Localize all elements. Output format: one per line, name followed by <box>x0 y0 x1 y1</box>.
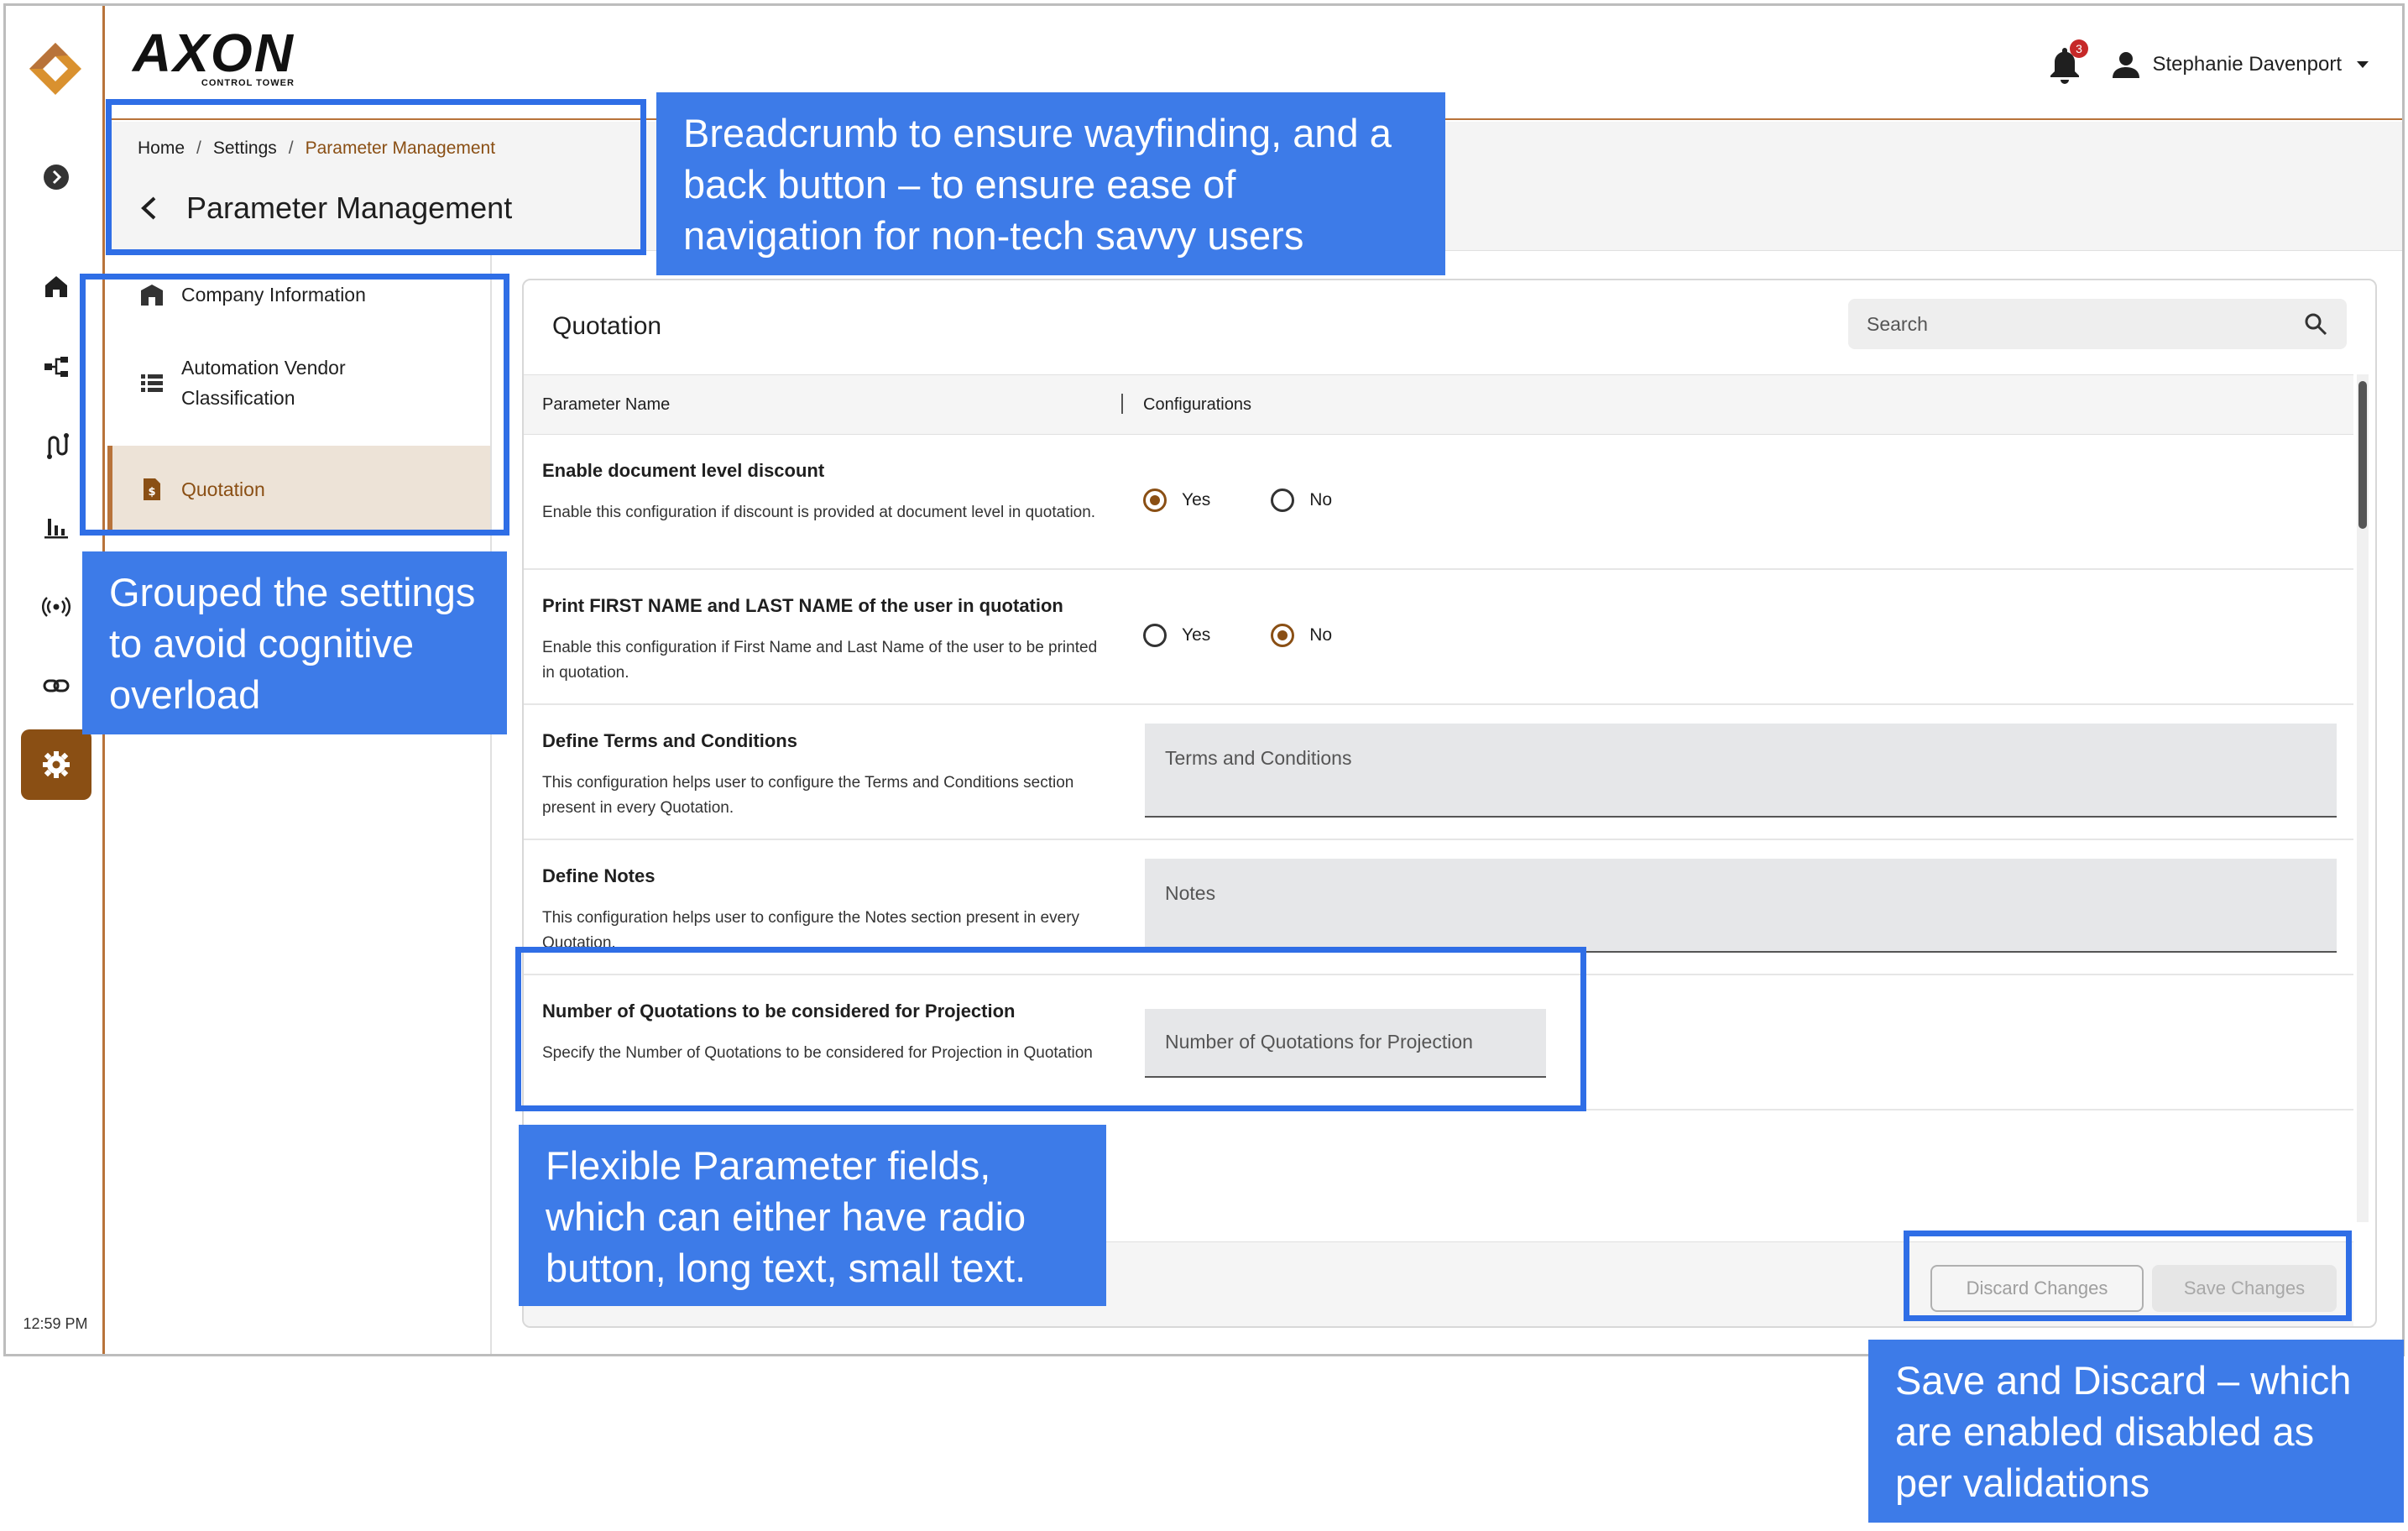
brand-logo[interactable]: AXON CONTROL TOWER <box>133 26 295 88</box>
panel-title: Quotation <box>552 312 662 340</box>
annotation-highlight-buttons <box>1904 1231 2352 1321</box>
radio-unselected-icon[interactable] <box>1143 624 1167 647</box>
parameter-description: This configuration helps user to configu… <box>542 774 1074 817</box>
column-header-configurations: Configurations <box>1143 395 1251 414</box>
radio-label: Yes <box>1182 490 1211 509</box>
radio-unselected-icon[interactable] <box>1271 489 1295 512</box>
radio-selected-icon[interactable] <box>1143 489 1167 512</box>
expand-rail-icon[interactable] <box>36 157 76 197</box>
radio-no[interactable]: No <box>1271 489 1332 512</box>
search-input[interactable]: Search <box>1848 299 2347 349</box>
search-placeholder: Search <box>1867 312 1928 335</box>
column-divider[interactable] <box>1121 394 1123 414</box>
radio-yes[interactable]: Yes <box>1143 624 1210 647</box>
clock-time: 12:59 PM <box>23 1315 88 1332</box>
broadcast-icon[interactable] <box>36 587 76 627</box>
radio-label: No <box>1309 625 1333 645</box>
chevron-down-icon <box>2357 61 2369 68</box>
parameter-description: Enable this configuration if First Name … <box>542 639 1098 682</box>
hierarchy-icon[interactable] <box>36 347 76 387</box>
column-header-parameter-name: Parameter Name <box>542 395 671 414</box>
radio-no[interactable]: No <box>1271 624 1332 647</box>
settings-gear-icon[interactable] <box>21 729 91 800</box>
notifications-button[interactable]: 3 <box>2046 39 2088 85</box>
table-header: Parameter Name Configurations <box>524 374 2353 435</box>
user-name: Stephanie Davenport <box>2152 53 2343 76</box>
link-icon[interactable] <box>36 666 76 706</box>
home-icon[interactable] <box>36 266 76 306</box>
annotation-note-breadcrumb: Breadcrumb to ensure wayfinding, and a b… <box>656 92 1445 275</box>
parameter-name: Define Terms and Conditions <box>542 730 797 751</box>
radio-selected-icon[interactable] <box>1271 624 1295 647</box>
notification-badge: 3 <box>2070 39 2088 58</box>
annotation-note-buttons: Save and Discard – which are enabled dis… <box>1868 1340 2404 1523</box>
parameter-name: Enable document level discount <box>542 460 825 481</box>
annotation-highlight-breadcrumb <box>106 99 646 255</box>
radio-label: Yes <box>1182 625 1211 645</box>
parameter-description: Enable this configuration if discount is… <box>542 504 1096 521</box>
notes-textarea[interactable]: Notes <box>1145 859 2337 953</box>
table-row: Print FIRST NAME and LAST NAME of the us… <box>524 570 2353 705</box>
radio-yes[interactable]: Yes <box>1143 489 1210 512</box>
app-logo-icon[interactable] <box>26 39 85 98</box>
annotation-highlight-settings-nav <box>80 274 509 536</box>
annotation-note-fields: Flexible Parameter fields, which can eit… <box>519 1125 1106 1306</box>
parameter-name: Define Notes <box>542 865 656 886</box>
analytics-icon[interactable] <box>36 506 76 546</box>
annotation-highlight-parameter-field <box>515 947 1586 1111</box>
table-row: Enable document level discount Enable th… <box>524 435 2353 570</box>
parameter-name: Print FIRST NAME and LAST NAME of the us… <box>542 595 1063 616</box>
annotation-note-grouping: Grouped the settings to avoid cognitive … <box>82 551 507 734</box>
user-avatar-icon <box>2112 52 2139 78</box>
radio-group-print-name: Yes No <box>1143 624 1332 647</box>
radio-group-document-discount: Yes No <box>1143 489 1332 512</box>
radio-label: No <box>1309 490 1333 509</box>
table-row: Define Terms and Conditions This configu… <box>524 705 2353 840</box>
brand-name: AXON <box>133 23 295 83</box>
search-icon[interactable] <box>2303 311 2328 337</box>
route-icon[interactable] <box>36 426 76 466</box>
scrollbar-thumb[interactable] <box>2358 381 2367 529</box>
user-menu[interactable]: Stephanie Davenport <box>2109 48 2369 81</box>
terms-and-conditions-textarea[interactable]: Terms and Conditions <box>1145 724 2337 818</box>
